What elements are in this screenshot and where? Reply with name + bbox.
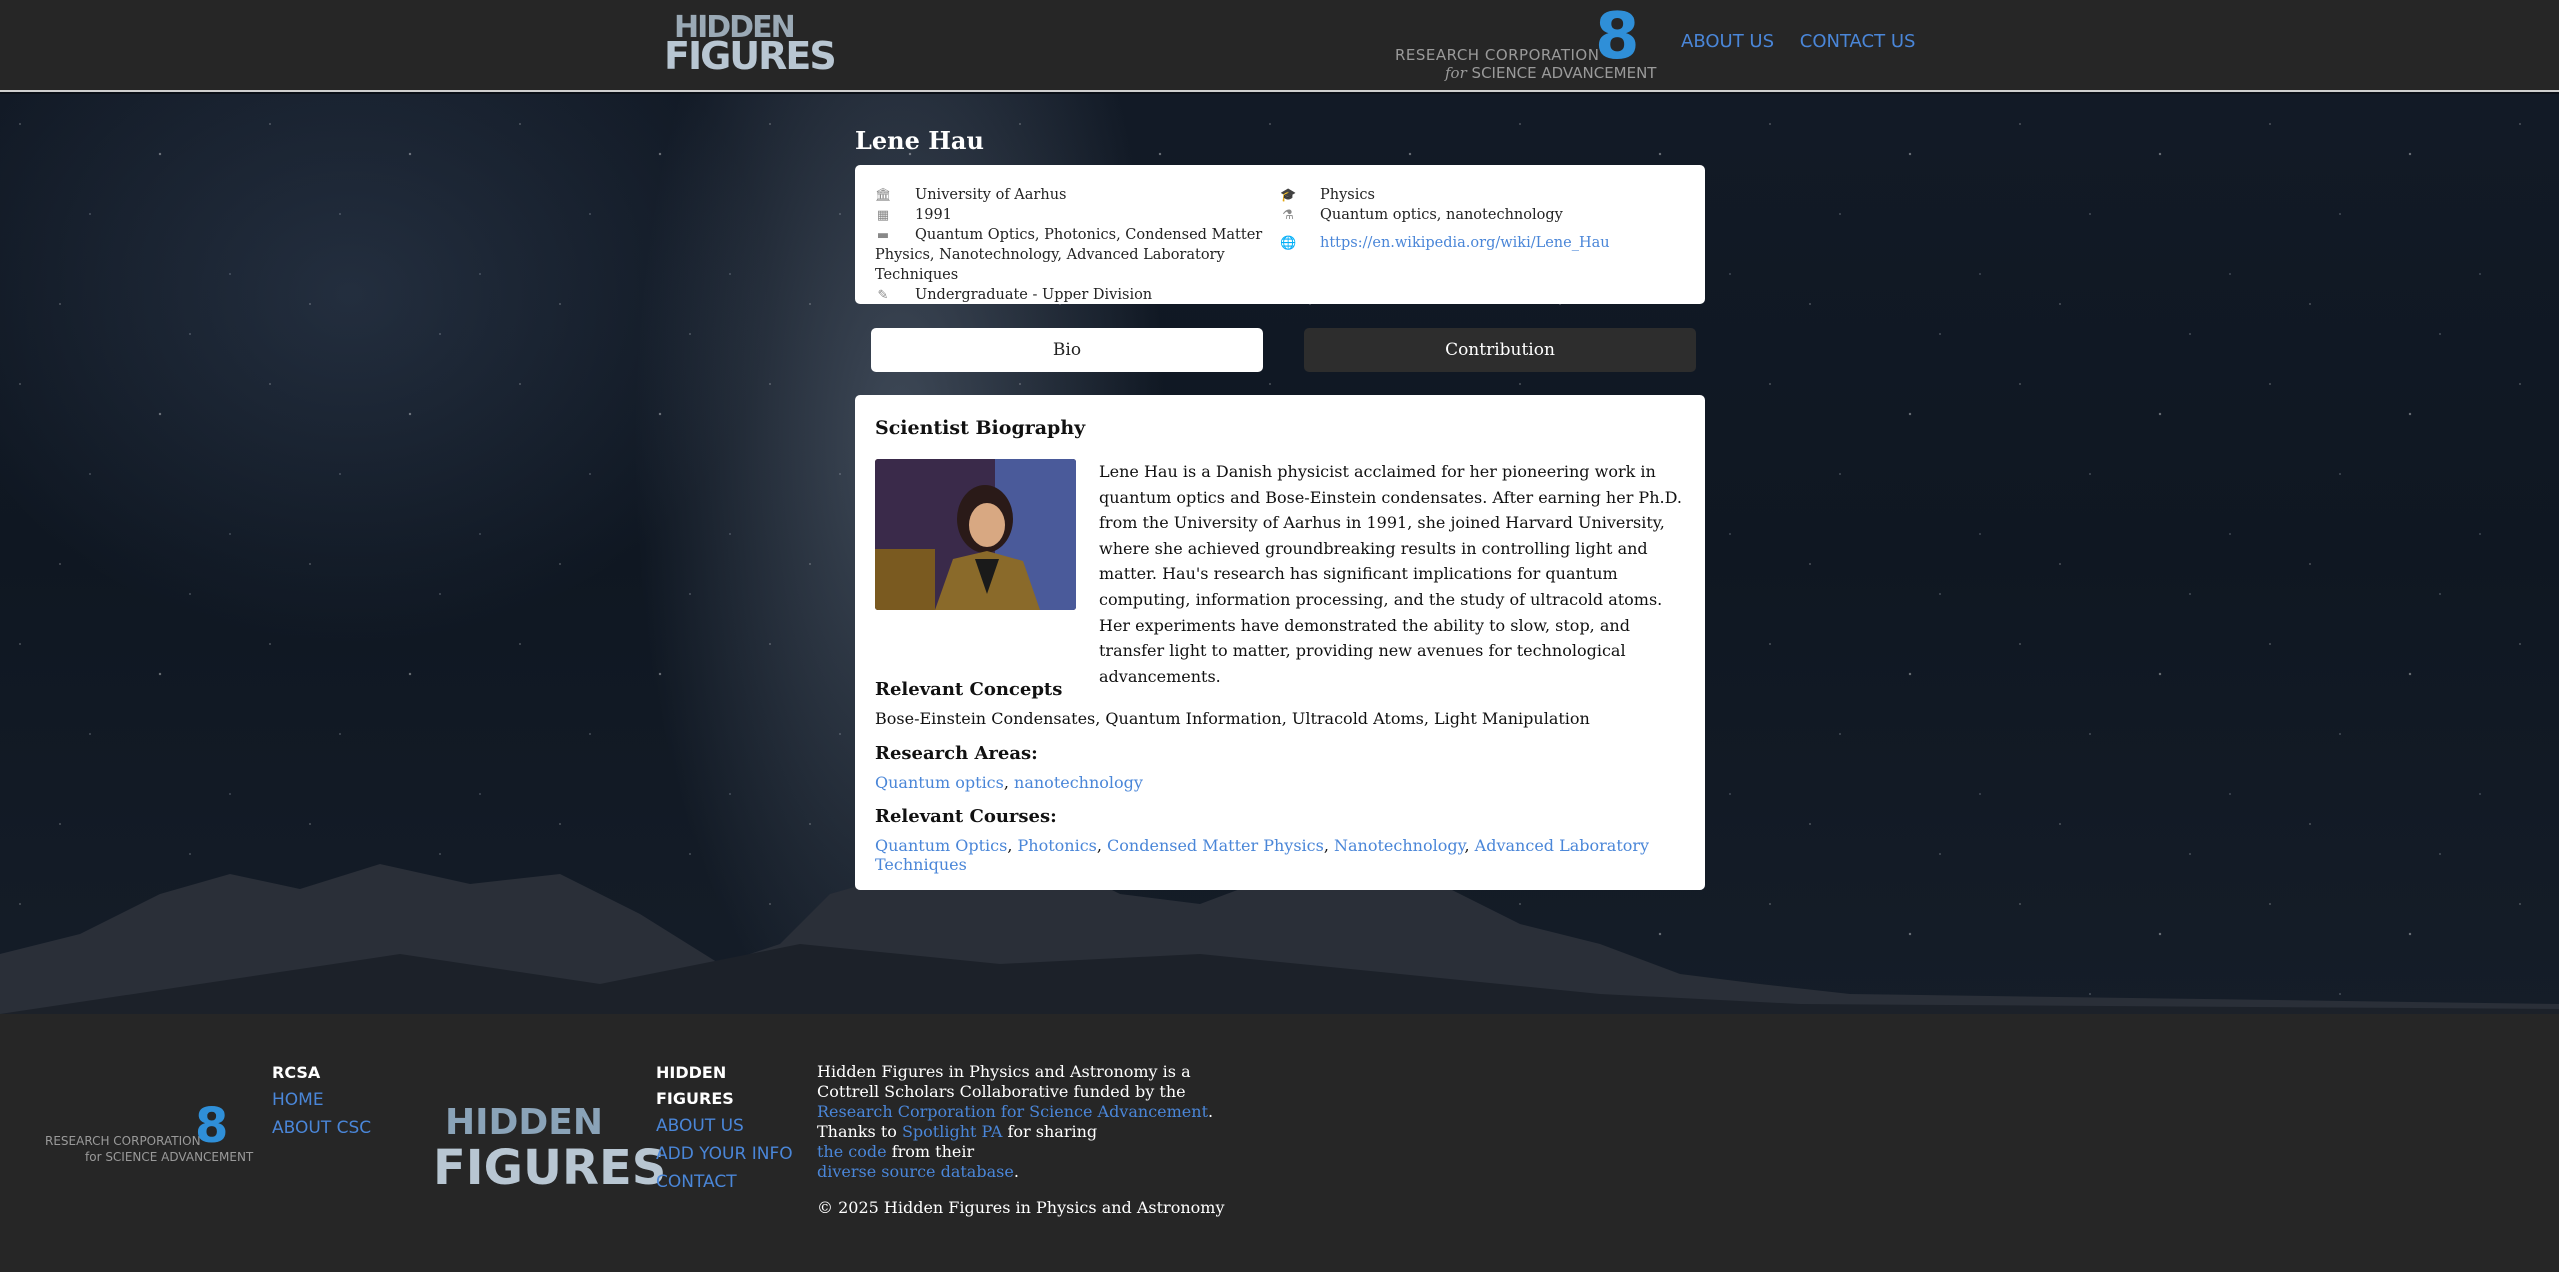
hidden-figures-logo[interactable]: HIDDEN FIGURES <box>664 13 837 76</box>
pencil-icon: ✎ <box>877 288 889 303</box>
course-link[interactable]: Photonics <box>1018 836 1097 855</box>
copyright: © 2025 Hidden Figures in Physics and Ast… <box>817 1198 1225 1217</box>
year-row: ▦ 1991 <box>876 207 952 223</box>
relevant-courses-list: Quantum Optics, Photonics, Condensed Mat… <box>875 836 1650 874</box>
footer-hidden-figures-logo[interactable]: HIDDEN FIGURES <box>433 1102 666 1196</box>
concepts-heading: Relevant Concepts <box>875 679 1063 700</box>
site-header: HIDDEN FIGURES RESEARCH CORPORATION for … <box>0 0 2559 92</box>
top-nav: ABOUT US CONTACT US <box>1681 31 1935 52</box>
course-link[interactable]: Condensed Matter Physics <box>1107 836 1324 855</box>
course-link[interactable]: Quantum Optics <box>875 836 1007 855</box>
tab-contribution[interactable]: Contribution <box>1304 328 1696 372</box>
bio-title: Scientist Biography <box>875 417 1086 439</box>
course-link[interactable]: Nanotechnology <box>1334 836 1464 855</box>
graduation-cap-icon: 🎓 <box>1280 188 1297 203</box>
scientist-photo <box>875 459 1076 610</box>
bio-text: Lene Hau is a Danish physicist acclaimed… <box>1099 462 1682 686</box>
scientist-name: Lene Hau <box>855 126 984 155</box>
globe-icon: 🌐 <box>1280 236 1297 251</box>
footer-about-us-link[interactable]: ABOUT US <box>656 1112 796 1140</box>
wikipedia-link[interactable]: https://en.wikipedia.org/wiki/Lene_Hau <box>1320 235 1610 251</box>
book-icon: ▬ <box>876 228 890 243</box>
footer-home-link[interactable]: HOME <box>272 1086 371 1114</box>
source-database-link[interactable]: diverse source database <box>817 1162 1014 1181</box>
url-row: 🌐 https://en.wikipedia.org/wiki/Lene_Hau <box>1280 233 1680 253</box>
rcsa-link[interactable]: Research Corporation for Science Advance… <box>817 1102 1208 1121</box>
footer-contact-link[interactable]: CONTACT <box>656 1168 796 1196</box>
microscope-icon: ⚗ <box>1282 208 1294 223</box>
footer-rcsa-links: RCSA HOME ABOUT CSC <box>272 1060 371 1142</box>
concepts-text: Bose-Einstein Condensates, Quantum Infor… <box>875 709 1590 728</box>
nav-about-us[interactable]: ABOUT US <box>1681 31 1774 52</box>
spotlight-pa-link[interactable]: Spotlight PA <box>902 1122 1002 1141</box>
area-link[interactable]: nanotechnology <box>1014 773 1143 792</box>
scientist-info-card: 🏛 University of Aarhus ▦ 1991 ▬ Quantum … <box>855 165 1705 304</box>
biography-card: Scientist Biography Lene Hau is a Danish… <box>855 395 1705 890</box>
calendar-icon: ▦ <box>876 208 890 223</box>
rcsa-8-icon: 8 <box>1595 0 1640 74</box>
research-areas-heading: Research Areas: <box>875 743 1038 764</box>
institution-icon: 🏛 <box>875 188 892 203</box>
rcsa-logo[interactable]: RESEARCH CORPORATION for SCIENCE ADVANCE… <box>1395 0 1660 84</box>
footer-hf-links: HIDDEN FIGURES ABOUT US ADD YOUR INFO CO… <box>656 1060 796 1196</box>
footer-about-csc-link[interactable]: ABOUT CSC <box>272 1114 371 1142</box>
area-link[interactable]: Quantum optics <box>875 773 1004 792</box>
courses-row: ▬ Quantum Optics, Photonics, Condensed M… <box>875 227 1263 283</box>
level-row: ✎ Undergraduate - Upper Division <box>875 285 1275 305</box>
site-footer: RESEARCH CORPORATION for SCIENCE ADVANCE… <box>0 1014 2559 1272</box>
footer-add-info-link[interactable]: ADD YOUR INFO <box>656 1140 796 1168</box>
tab-bio[interactable]: Bio <box>871 328 1263 372</box>
footer-about-text: Hidden Figures in Physics and Astronomy … <box>817 1062 1214 1181</box>
research-areas-list: Quantum optics, nanotechnology <box>875 773 1143 792</box>
relevant-courses-heading: Relevant Courses: <box>875 806 1057 827</box>
code-link[interactable]: the code <box>817 1142 887 1161</box>
footer-rcsa-logo[interactable]: RESEARCH CORPORATION for SCIENCE ADVANCE… <box>45 1098 255 1184</box>
nav-contact-us[interactable]: CONTACT US <box>1800 31 1916 52</box>
rcsa-8-icon: 8 <box>195 1098 229 1154</box>
institution-row: 🏛 University of Aarhus <box>875 187 1067 203</box>
field-row: 🎓 Physics <box>1280 187 1375 203</box>
areas-row: ⚗ Quantum optics, nanotechnology <box>1280 205 1680 225</box>
